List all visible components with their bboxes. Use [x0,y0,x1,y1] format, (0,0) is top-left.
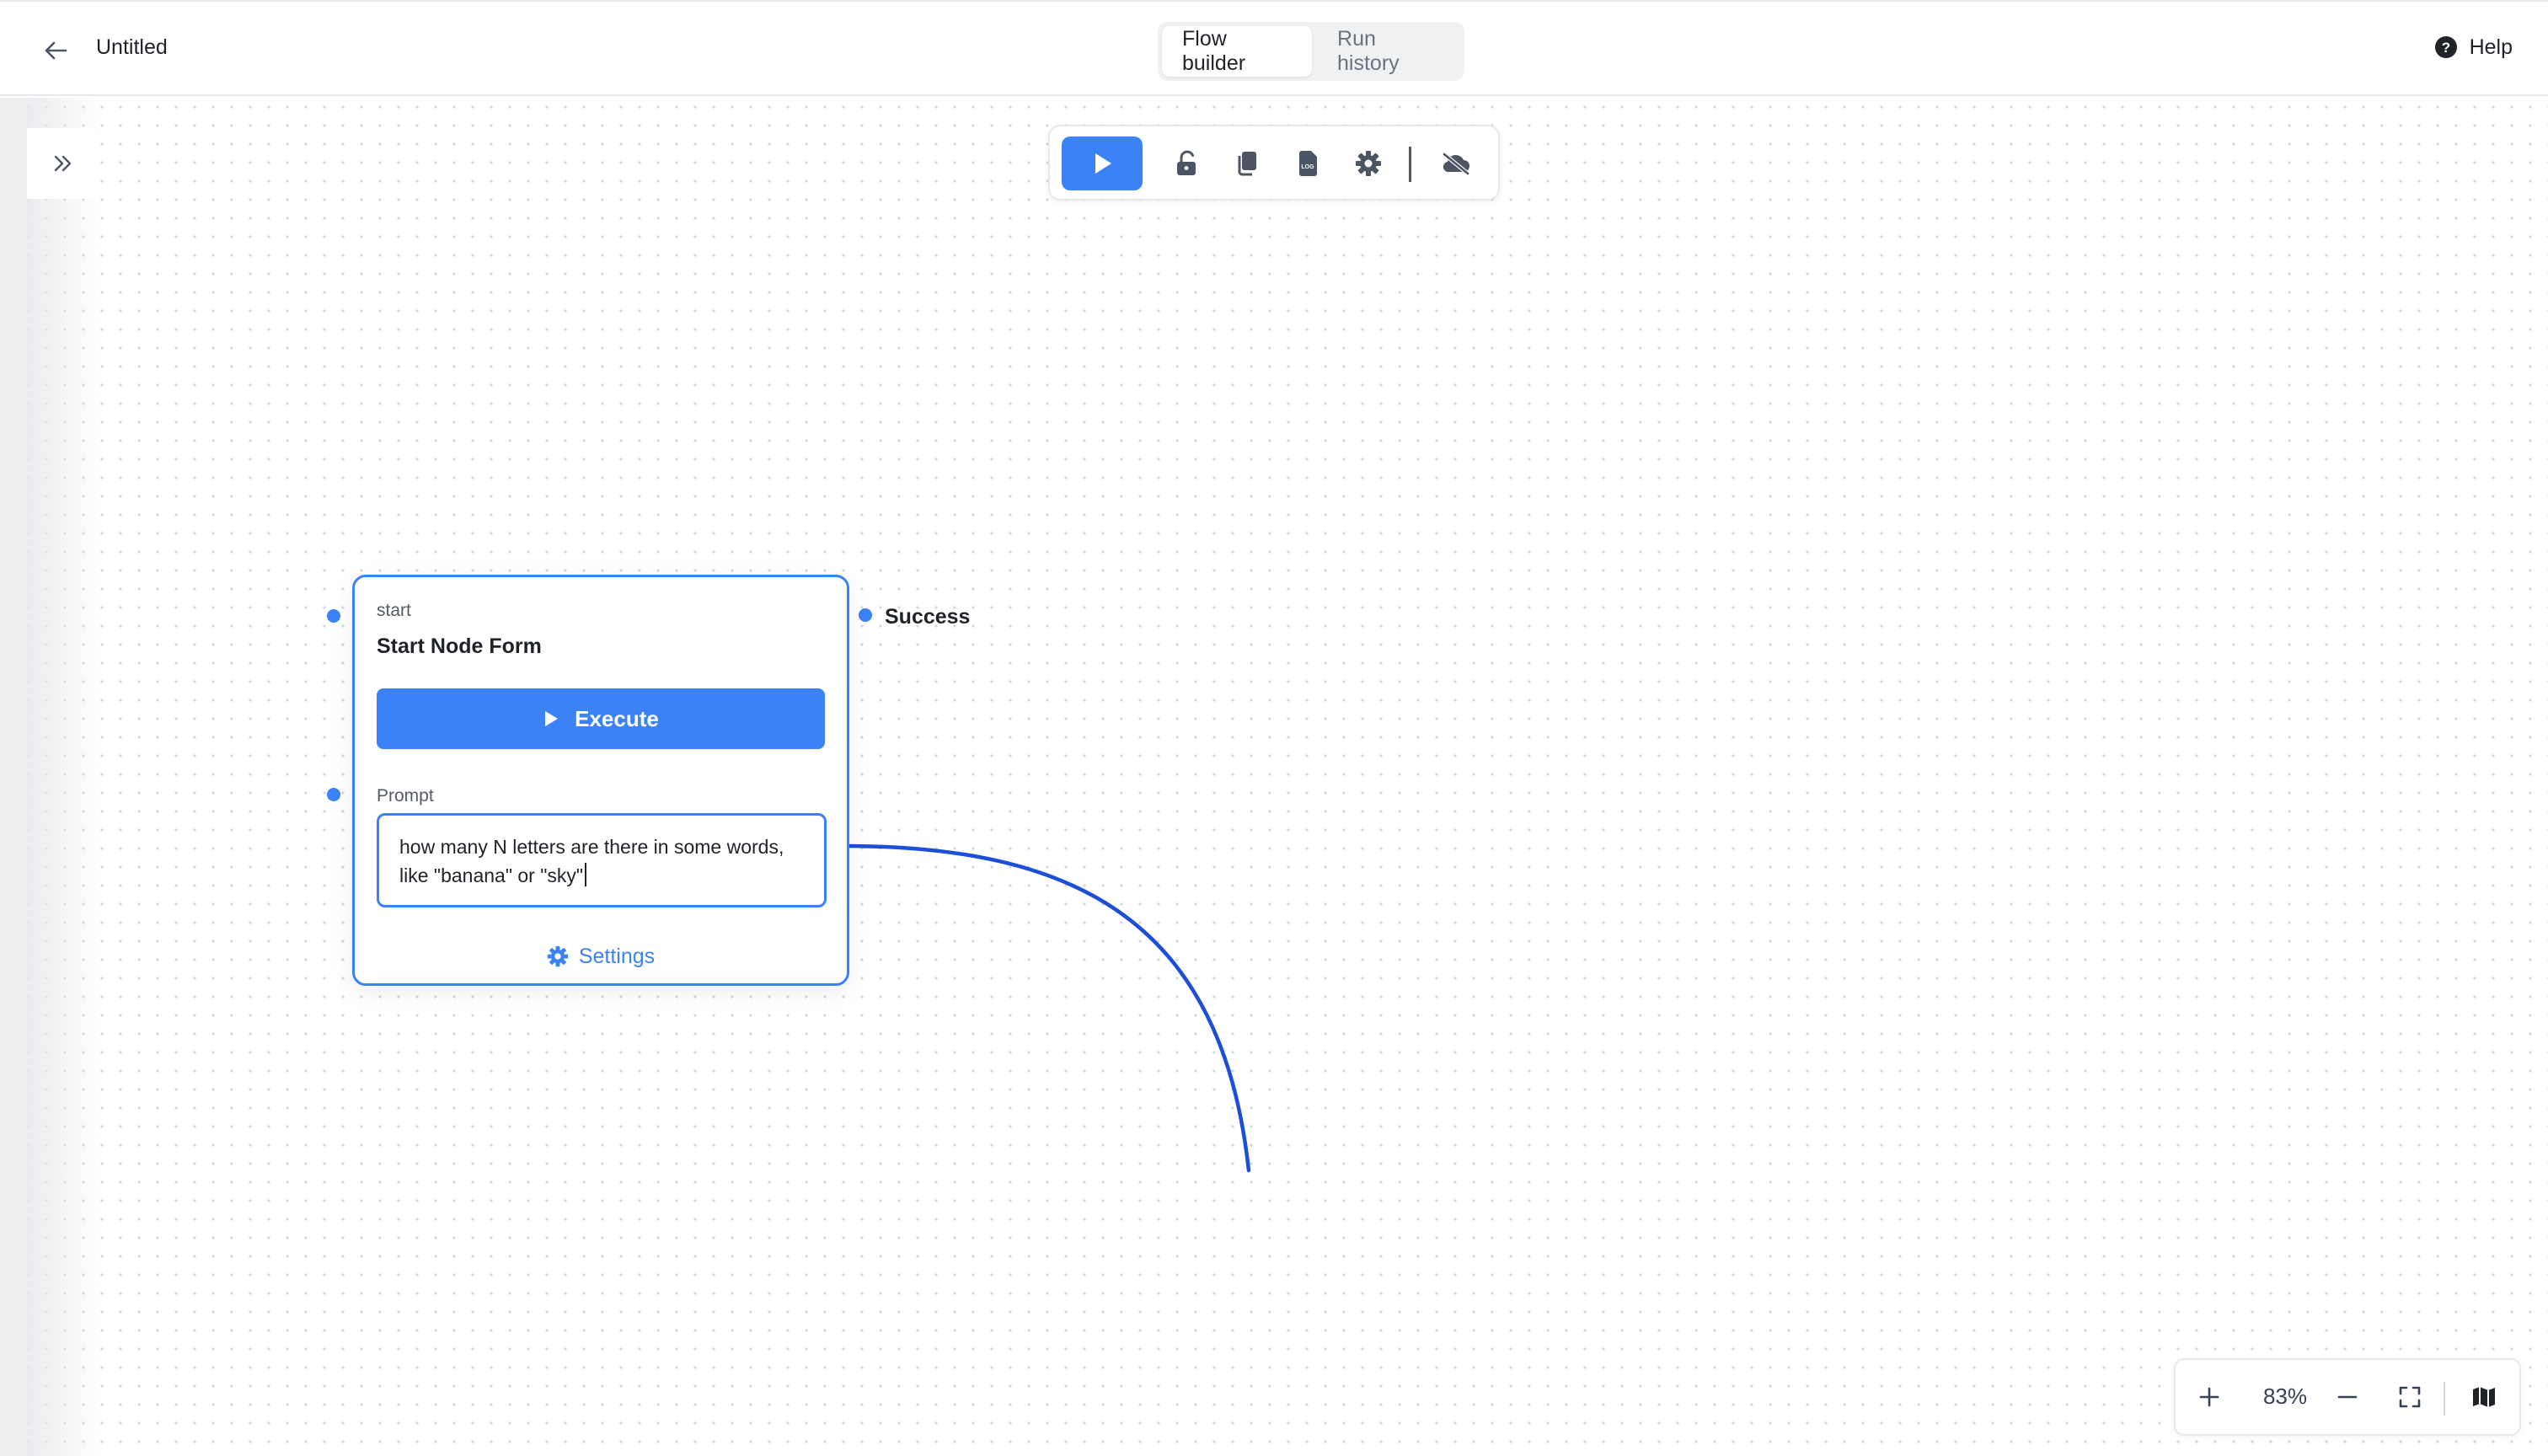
log-icon: LOG [1299,151,1317,176]
logs-button[interactable]: LOG [1291,147,1325,180]
svg-text:LOG: LOG [1301,164,1314,170]
map-icon [2473,1387,2495,1407]
plus-icon [2199,1387,2219,1407]
gear-icon [547,945,569,967]
node-title: Start Node Form [377,634,542,658]
fullscreen-icon [2399,1386,2421,1408]
execute-label: Execute [575,705,659,731]
execute-button[interactable]: Execute [377,688,825,749]
flow-canvas[interactable]: LOG Success start Start Node Form Execut… [0,98,2548,1456]
toolbar-divider [1409,147,1411,182]
minus-icon [2337,1395,2358,1399]
input-handle[interactable] [327,609,340,623]
gear-icon [1356,151,1381,176]
canvas-toolbar: LOG [1048,125,1500,201]
start-node-card[interactable]: start Start Node Form Execute Prompt how… [352,575,849,986]
chevrons-right-icon [54,155,72,172]
text-caret [585,863,587,886]
help-label: Help [2469,35,2513,59]
cloud-off-icon [1442,152,1470,176]
zoom-out-button[interactable] [2331,1380,2364,1414]
node-settings-button[interactable]: Settings [355,939,847,973]
play-icon [545,711,559,726]
fit-view-button[interactable] [2393,1380,2427,1414]
help-circle-icon: ? [2434,36,2457,58]
run-flow-button[interactable] [1062,136,1143,190]
settings-button[interactable] [1352,147,1385,180]
svg-text:?: ? [2441,40,2449,56]
sidebar-collapsed [0,98,27,1456]
help-button[interactable]: ? Help [2434,30,2513,64]
prompt-input-handle[interactable] [327,788,340,801]
zoom-divider [2444,1382,2445,1416]
view-toggle: Flow builder Run history [1158,22,1464,81]
copy-icon [1238,152,1256,176]
top-bar: Untitled Flow builder Run history ? Help [0,0,2548,96]
prompt-label: Prompt [377,786,434,806]
hide-button[interactable] [1437,147,1475,180]
zoom-in-button[interactable] [2192,1380,2226,1414]
settings-label: Settings [578,944,656,968]
success-output-label: Success [885,605,971,629]
zoom-level: 83% [2262,1384,2308,1409]
tab-run-history[interactable]: Run history [1317,26,1460,77]
unlock-button[interactable] [1170,147,1203,180]
prompt-value: how many N letters are there in some wor… [399,836,784,886]
back-button[interactable] [37,32,74,69]
minimap-button[interactable] [2467,1380,2501,1414]
play-icon [1095,153,1111,174]
expand-sidebar-button[interactable] [27,128,99,199]
unlock-icon [1177,150,1196,175]
prompt-textarea[interactable]: how many N letters are there in some wor… [377,813,827,907]
arrow-left-icon [45,41,67,60]
flow-title[interactable]: Untitled [96,35,168,60]
zoom-controls: 83% [2174,1358,2521,1436]
tab-flow-builder[interactable]: Flow builder [1162,26,1313,77]
sidebar-shadow [27,98,103,1456]
copy-button[interactable] [1230,147,1264,180]
node-type-label: start [377,601,411,620]
success-output-handle[interactable] [859,608,872,622]
